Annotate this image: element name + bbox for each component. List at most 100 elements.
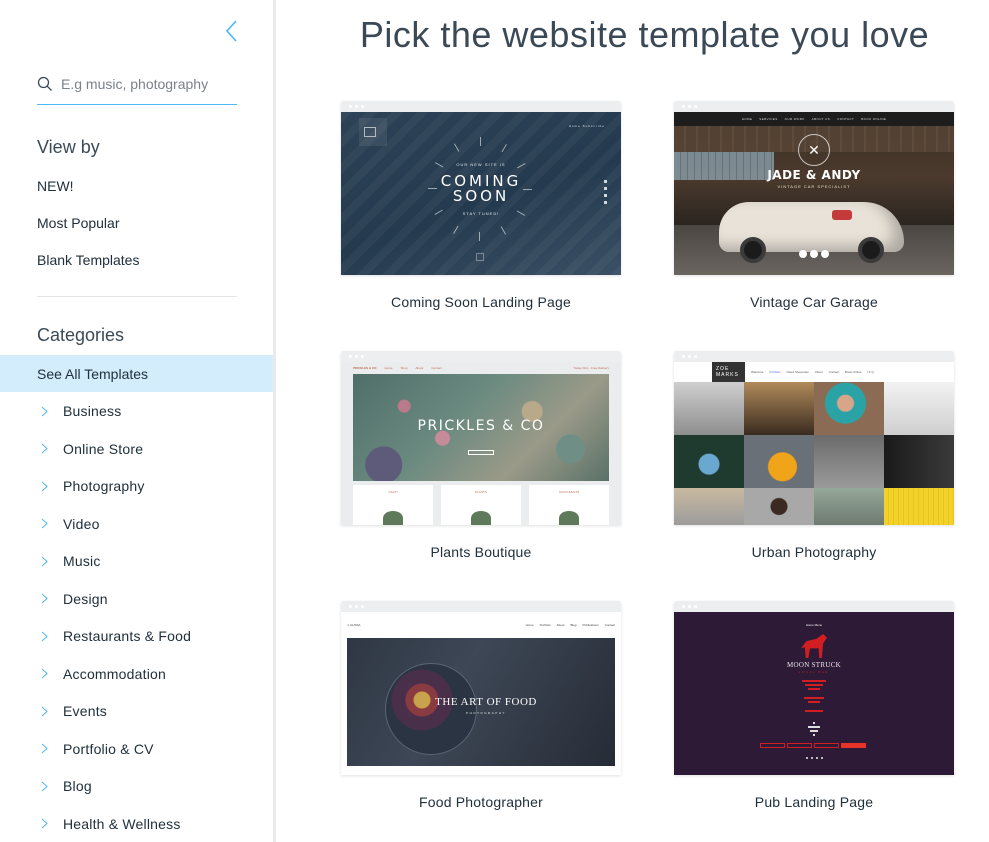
instagram-icon	[820, 757, 823, 759]
category-online-store[interactable]: Online Store	[0, 434, 273, 464]
chevron-right-icon	[41, 405, 51, 417]
tile-label: PLANTS	[475, 490, 487, 494]
food-plate	[385, 663, 477, 755]
preview-nav: Home Portfolio About Blog Publications C…	[526, 623, 615, 627]
chevron-right-icon	[41, 780, 51, 792]
preview-nav-item: BOOK ONLINE	[861, 117, 887, 121]
preview-nav-item: Welcome	[751, 370, 764, 374]
template-card-plants-boutique[interactable]: PRICKLES & CO Home Shop About Contact To…	[341, 351, 621, 560]
preview-logo	[359, 118, 387, 146]
preview-nav-item: ABOUT US	[811, 117, 831, 121]
preview-tile: PLANTS	[441, 485, 521, 525]
tile-label: CACTI	[388, 490, 398, 494]
chevron-left-icon	[225, 20, 237, 42]
search-input[interactable]	[61, 76, 231, 92]
view-by-most-popular[interactable]: Most Popular	[37, 215, 119, 231]
category-see-all-templates[interactable]: See All Templates	[0, 355, 273, 392]
preview-tile: CACTI	[353, 485, 433, 525]
category-portfolio-and-cv[interactable]: Portfolio & CV	[0, 734, 273, 764]
category-label: Accommodation	[63, 665, 166, 682]
plant-image	[559, 511, 579, 525]
twitter-icon	[604, 187, 607, 190]
text-line	[805, 684, 823, 686]
preview-nav-item: Book Online	[845, 370, 862, 374]
preview-header: PRICKLES & CO Home Shop About Contact To…	[341, 362, 621, 374]
preview-tagline: VINTAGE CAR SPECIALIST	[777, 184, 851, 189]
browser-dot-icon	[682, 355, 685, 358]
template-card-pub-landing-page[interactable]: Home Menu MOON STRUCK LOCAL BAR Pub Land…	[674, 601, 954, 810]
template-card-coming-soon[interactable]: Home Subscribe OUR NEW SITE IS COMING SOO…	[341, 101, 621, 310]
category-business[interactable]: Business	[0, 396, 273, 426]
template-name[interactable]: Pub Landing Page	[674, 794, 954, 810]
browser-dot-icon	[694, 605, 697, 608]
preview-nav-item: About	[814, 370, 823, 374]
template-thumbnail: J. ALISSA Home Portfolio About Blog Publ…	[341, 612, 621, 775]
text-line	[808, 701, 820, 703]
view-by-new[interactable]: NEW!	[37, 178, 74, 194]
preview-scroll-icon	[476, 253, 484, 261]
browser-dot-icon	[688, 605, 691, 608]
preview-tagline: PHOTOGRAPHY	[466, 711, 506, 715]
photo-tile	[884, 488, 954, 525]
category-photography[interactable]: Photography	[0, 471, 273, 501]
category-accommodation[interactable]: Accommodation	[0, 659, 273, 689]
succulent-hero-image: PRICKLES & CO	[353, 374, 609, 481]
preview-header: ZOE MARKS Welcome Portfolio Client Showc…	[674, 362, 954, 382]
template-card-urban-photography[interactable]: ZOE MARKS Welcome Portfolio Client Showc…	[674, 351, 954, 560]
category-blog[interactable]: Blog	[0, 771, 273, 801]
preview-social-icons	[674, 250, 954, 258]
facebook-icon	[805, 757, 808, 759]
browser-dot-icon	[355, 105, 358, 108]
browser-dot-icon	[682, 605, 685, 608]
preview-nav-item: OUR WORK	[784, 117, 805, 121]
view-by-blank-templates[interactable]: Blank Templates	[37, 252, 139, 268]
twitter-icon	[815, 757, 818, 759]
preview-info-lines	[674, 680, 954, 736]
category-health-and-wellness[interactable]: Health & Wellness	[0, 809, 273, 839]
facebook-icon	[799, 250, 807, 258]
sunburst-ray	[479, 232, 480, 241]
template-name[interactable]: Urban Photography	[674, 544, 954, 560]
browser-dot-icon	[349, 605, 352, 608]
preview-nav-item: Contact	[431, 366, 442, 370]
category-design[interactable]: Design	[0, 584, 273, 614]
photo-tile	[744, 435, 814, 488]
template-thumbnail: HOME SERVICES OUR WORK ABOUT US CONTACT …	[674, 112, 954, 275]
template-name[interactable]: Coming Soon Landing Page	[341, 294, 621, 310]
collapse-sidebar-button[interactable]	[222, 18, 242, 44]
pinterest-icon	[810, 250, 818, 258]
category-music[interactable]: Music	[0, 546, 273, 576]
category-label: Health & Wellness	[63, 815, 181, 832]
template-card-vintage-car-garage[interactable]: HOME SERVICES OUR WORK ABOUT US CONTACT …	[674, 101, 954, 310]
category-label: Photography	[63, 478, 145, 494]
chevron-right-icon	[41, 743, 51, 755]
search-field[interactable]	[37, 70, 237, 105]
browser-dot-icon	[349, 105, 352, 108]
preview-brand: J. ALISSA	[347, 623, 361, 627]
template-thumbnail: ZOE MARKS Welcome Portfolio Client Showc…	[674, 362, 954, 525]
sidebar: View by NEW! Most Popular Blank Template…	[0, 0, 273, 842]
photo-tile	[674, 488, 744, 525]
photo-tile	[814, 382, 884, 435]
browser-dot-icon	[349, 355, 352, 358]
form-field	[787, 743, 812, 748]
template-card-food-photographer[interactable]: J. ALISSA Home Portfolio About Blog Publ…	[341, 601, 621, 810]
preview-tile: SUCCULENTS	[529, 485, 609, 525]
category-restaurants-and-food[interactable]: Restaurants & Food	[0, 621, 273, 651]
preview-brand: PRICKLES & CO	[353, 366, 377, 370]
text-line	[808, 726, 820, 728]
category-events[interactable]: Events	[0, 696, 273, 726]
category-video[interactable]: Video	[0, 509, 273, 539]
preview-promo: Today Only - Free Delivery	[573, 366, 609, 370]
form-field	[814, 743, 839, 748]
template-name[interactable]: Food Photographer	[341, 794, 621, 810]
category-label: See All Templates	[37, 365, 149, 382]
preview-tagline: STAY TUNED!	[462, 211, 500, 216]
template-name[interactable]: Vintage Car Garage	[674, 294, 954, 310]
sidebar-scrollbar[interactable]	[273, 0, 276, 842]
photo-tile	[674, 435, 744, 488]
template-name[interactable]: Plants Boutique	[341, 544, 621, 560]
browser-dot-icon	[688, 355, 691, 358]
chevron-right-icon	[41, 818, 51, 830]
browser-dot-icon	[694, 105, 697, 108]
